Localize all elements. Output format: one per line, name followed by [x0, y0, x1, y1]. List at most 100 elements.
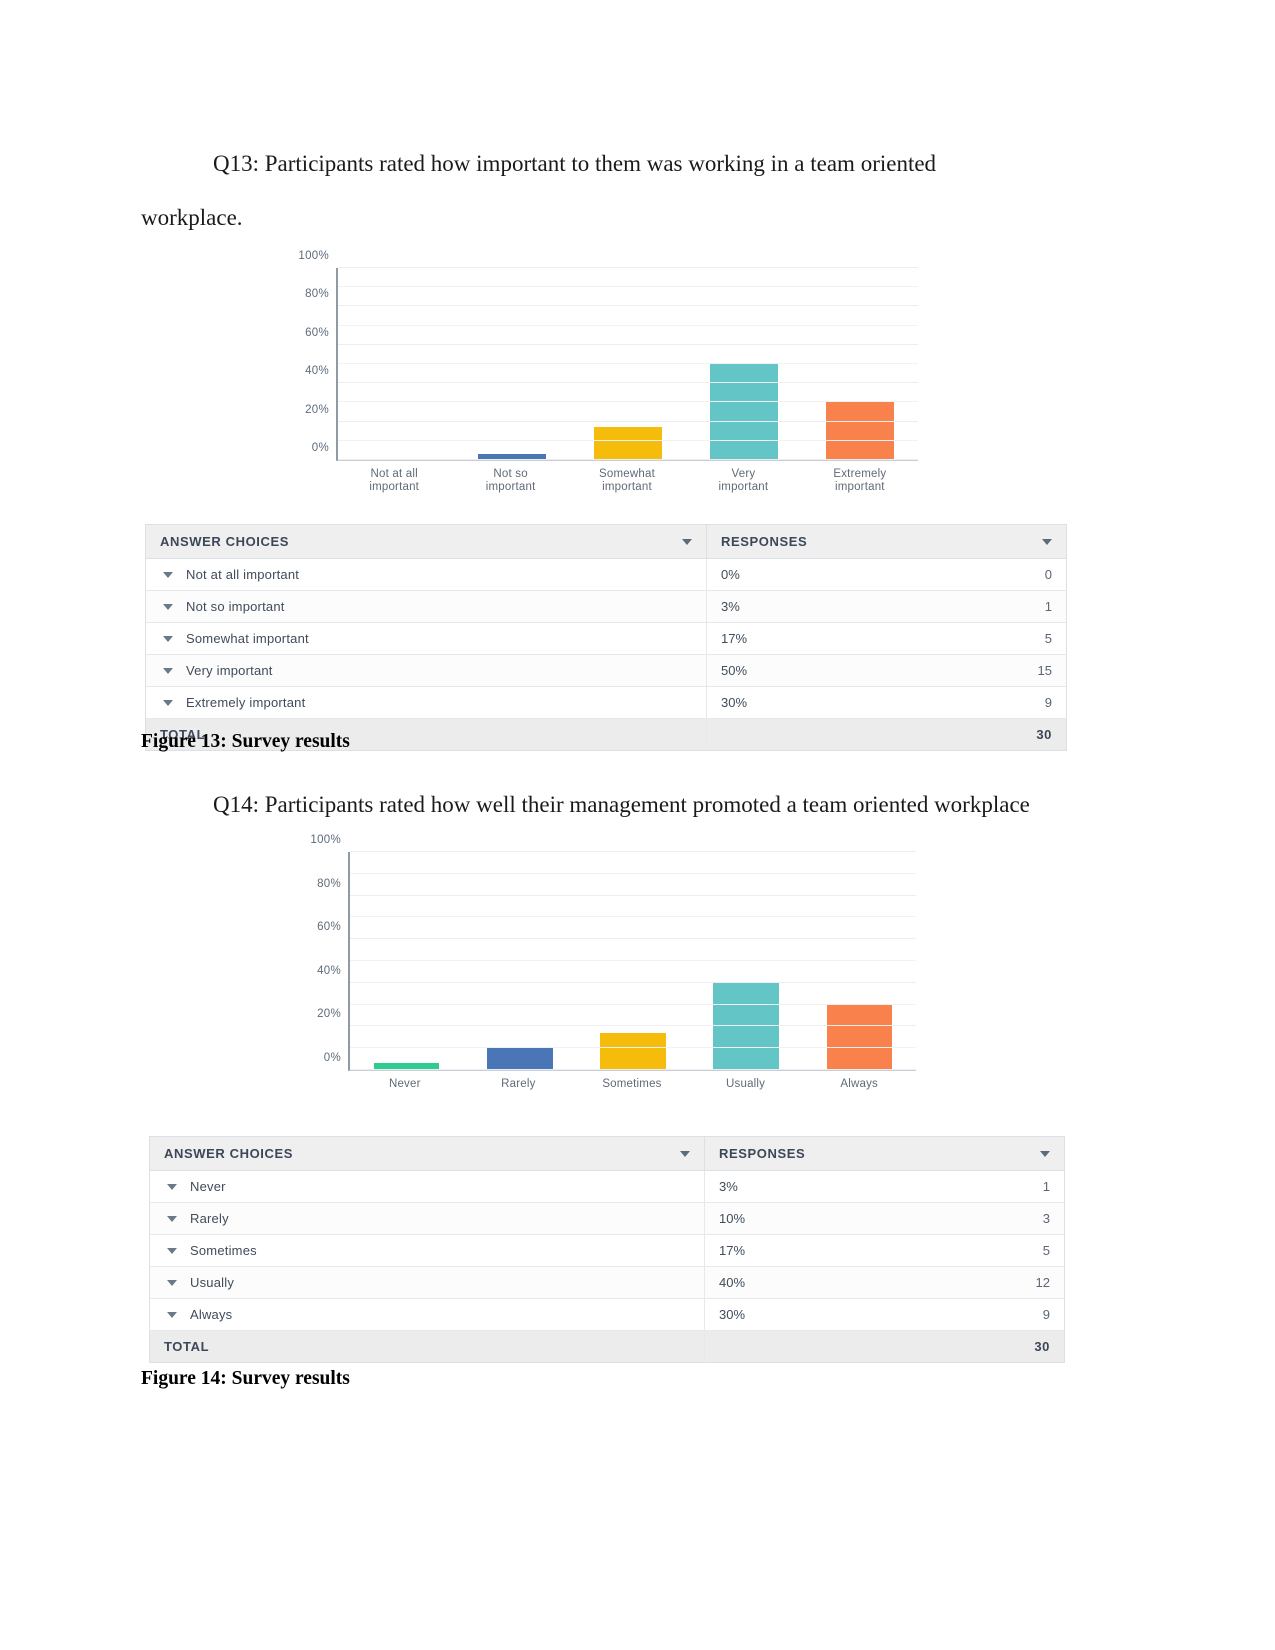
x-axis-tick-label: Extremely important	[833, 468, 887, 493]
chevron-down-icon[interactable]	[1040, 1150, 1050, 1157]
chart-bar[interactable]	[710, 364, 778, 460]
chart-bar[interactable]	[713, 982, 780, 1070]
chevron-down-icon[interactable]	[682, 538, 692, 545]
response-count-cell: 5	[976, 622, 1067, 655]
header-answer-choices[interactable]: ANSWER CHOICES	[149, 1136, 705, 1171]
x-axis-tick-label: Not at all important	[369, 468, 420, 493]
answer-choice-label: Usually	[190, 1275, 235, 1290]
figure-14-caption: Figure 14: Survey results	[141, 1368, 350, 1389]
response-count-cell: 9	[976, 686, 1067, 719]
response-percent-cell: 30%	[706, 686, 977, 719]
chevron-down-icon[interactable]	[680, 1150, 690, 1157]
chevron-down-icon[interactable]	[167, 1215, 177, 1222]
q13-line2: workplace.	[141, 205, 243, 230]
chart-bar-cell	[803, 852, 916, 1070]
results-table-13-wrapper: ANSWER CHOICES RESPONSES Not at all impo…	[145, 524, 1067, 751]
x-axis-tick-label: Very important	[718, 468, 769, 493]
chart-gridline	[338, 324, 918, 326]
chart-gridline	[350, 960, 916, 961]
q14-paragraph: Q14: Participants rated how well their m…	[141, 778, 1076, 832]
chart-14-plot-area: 0% 20% 40% 60% 80% 100%	[310, 834, 916, 1071]
chart-gridline	[338, 439, 918, 441]
chart-bar-cell	[350, 852, 463, 1070]
total-percent-cell	[704, 1330, 975, 1363]
q13-line1: Q13: Participants rated how important to…	[213, 151, 937, 176]
answer-choice-label: Always	[190, 1307, 233, 1322]
response-percent-cell: 3%	[706, 590, 977, 623]
response-percent-cell: 17%	[704, 1234, 975, 1267]
chart-13-x-axis-labels: Not at all important Not so important Somewh…	[336, 468, 918, 494]
chart-gridline	[338, 382, 918, 384]
chart-bar-cell	[338, 268, 454, 460]
answer-choice-cell: Very important	[145, 654, 707, 687]
response-percent-cell: 40%	[704, 1266, 975, 1299]
chevron-down-icon[interactable]	[1042, 538, 1052, 545]
header-answer-choices[interactable]: ANSWER CHOICES	[145, 524, 707, 559]
chart-gridline	[350, 1003, 916, 1005]
header-responses[interactable]: RESPONSES	[704, 1136, 1065, 1171]
x-axis-tick-label: Never	[388, 1078, 421, 1090]
chart-gridline	[338, 343, 918, 345]
answer-choice-cell: Never	[149, 1170, 705, 1203]
y-axis-tick-label: 0%	[311, 442, 329, 454]
y-axis-tick-label: 60%	[305, 326, 329, 339]
chart-bar[interactable]	[826, 1004, 893, 1070]
response-count-cell: 5	[974, 1234, 1065, 1267]
x-axis-tick-label: Not so important	[485, 468, 536, 493]
chart-bar[interactable]	[486, 1048, 553, 1070]
y-axis-tick-label: 40%	[305, 365, 329, 378]
response-percent-cell: 3%	[704, 1170, 975, 1203]
chevron-down-icon[interactable]	[167, 1247, 177, 1254]
chart-bar-cell	[454, 268, 570, 460]
y-axis-tick-label: 100%	[310, 834, 341, 846]
chart-gridline	[350, 916, 916, 918]
chart-bar[interactable]	[826, 402, 894, 460]
chart-gridline	[350, 981, 916, 983]
document-page: Q13: Participants rated how important to…	[0, 0, 1275, 1650]
results-table-13: ANSWER CHOICES RESPONSES Not at all impo…	[145, 524, 1067, 751]
answer-choice-label: Never	[190, 1179, 226, 1194]
y-axis-tick-label: 80%	[305, 288, 329, 301]
q13-paragraph: Q13: Participants rated how important to…	[141, 137, 1071, 245]
chart-gridline	[338, 420, 918, 422]
chart-bar-cell	[463, 852, 576, 1070]
results-table-14-body: Never 3% 1 Rarely 10% 3 Sometimes 17% 5 Usually 40…	[149, 1170, 1065, 1363]
chevron-down-icon[interactable]	[167, 1311, 177, 1318]
x-axis-tick-label: Sometimes	[602, 1078, 662, 1090]
chart-13: 0% 20% 40% 60% 80% 100% Not at all important No…	[286, 250, 918, 494]
answer-choice-label: Sometimes	[190, 1243, 257, 1258]
chevron-down-icon[interactable]	[163, 699, 173, 706]
response-count-cell: 0	[976, 558, 1067, 591]
response-count-cell: 1	[974, 1170, 1065, 1203]
answer-choice-cell: Not so important	[145, 590, 707, 623]
chevron-down-icon[interactable]	[163, 603, 173, 610]
table-row: Somewhat important 17% 5	[145, 622, 1067, 655]
chart-bar-cell	[686, 268, 802, 460]
chart-bar[interactable]	[600, 1032, 666, 1070]
header-responses-label: RESPONSES	[719, 1146, 806, 1161]
x-axis-tick-label: Usually	[726, 1078, 766, 1090]
chevron-down-icon[interactable]	[167, 1183, 177, 1190]
chart-gridline	[338, 401, 918, 403]
x-axis-tick-label: Somewhat important	[599, 468, 655, 493]
response-percent-cell: 30%	[704, 1298, 975, 1331]
chevron-down-icon[interactable]	[163, 635, 173, 642]
chart-gridline	[338, 286, 918, 288]
chart-13-canvas: 0% 20% 40% 60% 80% 100% Not at all important No…	[286, 250, 918, 494]
chart-bar[interactable]	[594, 427, 662, 460]
header-responses[interactable]: RESPONSES	[706, 524, 1067, 559]
chart-gridline	[350, 894, 916, 896]
chevron-down-icon[interactable]	[167, 1279, 177, 1286]
response-count-cell: 15	[976, 654, 1067, 687]
table-row: Extremely important 30% 9	[145, 686, 1067, 719]
chart-gridline	[338, 267, 918, 268]
answer-choice-cell: Rarely	[149, 1202, 705, 1235]
answer-choice-cell: Always	[149, 1298, 705, 1331]
table-header-row: ANSWER CHOICES RESPONSES	[145, 524, 1067, 559]
chevron-down-icon[interactable]	[163, 667, 173, 674]
answer-choice-cell: Sometimes	[149, 1234, 705, 1267]
table-row: Always 30% 9	[149, 1298, 1065, 1331]
x-axis-tick-label: Always	[840, 1078, 878, 1090]
q14-text: Q14: Participants rated how well their m…	[213, 792, 1030, 817]
chevron-down-icon[interactable]	[163, 571, 173, 578]
